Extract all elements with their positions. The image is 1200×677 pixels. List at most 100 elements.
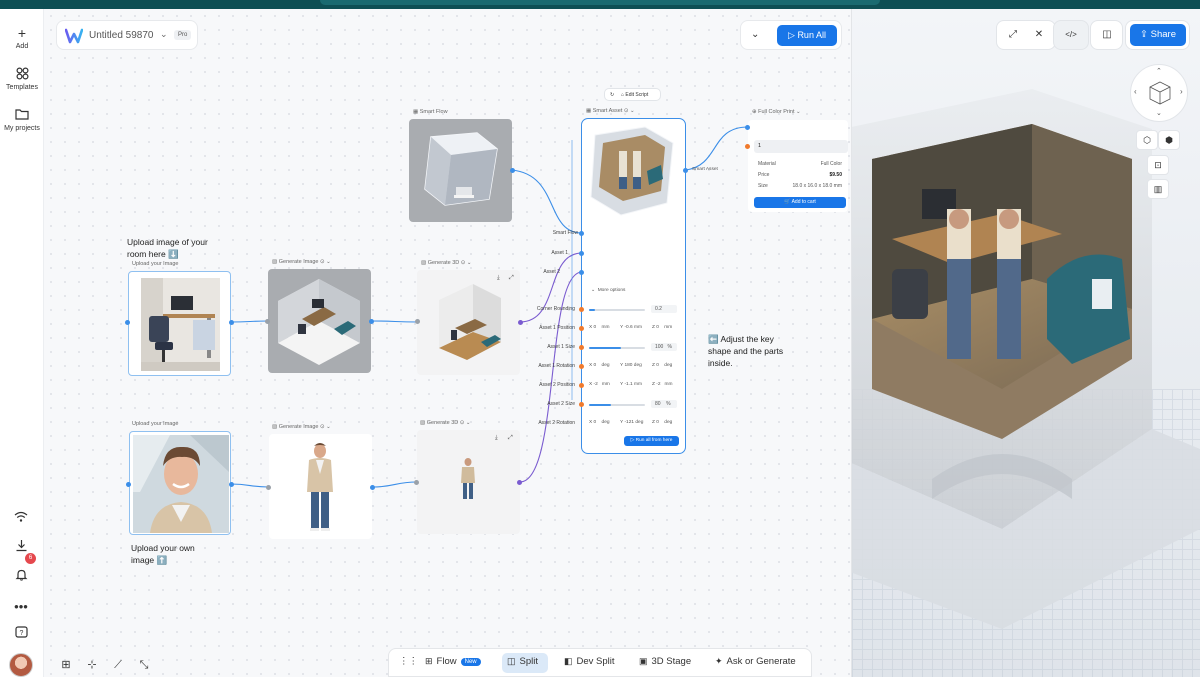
run-all-from-here-button[interactable]: ▷ Run all from here [624,436,679,446]
port-in[interactable] [265,319,270,324]
gizmo-up-icon[interactable]: ⌃ [1156,67,1162,75]
quantity-field[interactable]: 1 [754,140,848,153]
port-in[interactable] [579,345,584,350]
asset2-size-slider[interactable] [589,404,645,406]
drag-handle-icon[interactable]: ⋮⋮ [399,656,418,667]
download-icon[interactable]: ⤓ [495,435,498,442]
ask-or-generate-button[interactable]: ✦ Ask or Generate [715,656,796,667]
asset1-position-x[interactable]: X 0 mm [589,325,610,330]
port-out[interactable] [370,485,375,490]
grid-view-icon[interactable]: ⊞ [56,655,76,675]
asset2-position-y[interactable]: Y -1.1 mm [620,382,642,387]
asset1-rotation-x[interactable]: X 0 deg [589,363,610,368]
port-in[interactable] [579,402,584,407]
port-out[interactable] [125,320,130,325]
gen-image-2-label: ▧ Generate Image ⊙ ⌄ [272,424,331,430]
port-out[interactable] [126,482,131,487]
full-body-person-image [307,443,333,531]
port-in[interactable] [414,480,419,485]
expand-icon[interactable]: ⤢ [509,275,514,282]
wifi-icon[interactable] [13,511,29,527]
expand-icon[interactable]: ⤢ [508,435,513,442]
sidebar-toggle-icon[interactable]: ◫ [1099,27,1115,43]
port-out[interactable] [369,319,374,324]
diagonal-arrows-icon[interactable]: ⤡ [134,655,154,675]
asset1-position-y[interactable]: Y -0.6 mm [620,325,642,330]
fit-view-icon[interactable]: ⊹ [82,655,102,675]
port-in[interactable] [579,364,584,369]
run-all-button[interactable]: ▷ Run All [777,25,837,46]
port-in[interactable] [745,144,750,149]
magic-wand-icon[interactable]: ⟋ [108,655,128,675]
tab-split[interactable]: ◫ Split [507,656,538,667]
download-icon[interactable]: ⤓ [497,275,500,282]
help-icon[interactable]: ? [13,626,29,642]
tab-flow[interactable]: ⊞ Flow New [425,656,481,667]
user-avatar[interactable] [9,653,33,677]
cube-outline-icon[interactable]: ⬡ [1136,130,1158,150]
port-in[interactable] [745,125,750,130]
rail-item-my-projects[interactable]: My projects [0,108,44,132]
asset1-rotation-z[interactable]: Z 0 deg [652,363,672,368]
port-out[interactable] [517,480,522,485]
cube-solid-icon[interactable]: ⬢ [1158,130,1180,150]
focus-icon[interactable]: ⊡ [1147,155,1169,175]
asset1-size-slider[interactable] [589,347,645,349]
download-icon[interactable] [13,539,29,555]
share-button[interactable]: ⇪ Share [1130,24,1186,46]
layout-icon[interactable]: ▥ [1147,179,1169,199]
port-in[interactable] [579,383,584,388]
more-options-toggle[interactable]: ⌄ More options [591,288,625,293]
asset1-size-value[interactable]: 100 % [651,343,677,351]
port-out[interactable] [683,168,688,173]
gen-image-1-node[interactable] [268,269,371,373]
port-out[interactable] [229,482,234,487]
chevron-down-icon[interactable]: ⌄ [160,29,168,40]
port-in[interactable] [579,307,584,312]
asset2-position-z[interactable]: Z -2 mm [652,382,673,387]
add-to-cart-button[interactable]: 🛒 Add to cart [754,197,846,208]
orientation-gizmo[interactable]: ⌃ ‹ › ⌄ [1130,64,1188,122]
asset2-position-x[interactable]: X -2 mm [589,382,610,387]
rail-item-templates[interactable]: Templates [0,67,44,91]
gizmo-right-icon[interactable]: › [1180,87,1183,96]
corner-rounding-slider[interactable] [589,309,645,311]
upload-room-node[interactable] [128,271,231,376]
expand-icon[interactable]: ⤢ [1005,27,1021,43]
isometric-room-image [278,279,360,365]
tab-dev-split[interactable]: ◧ Dev Split [564,656,615,667]
gen-image-2-node[interactable] [269,434,372,539]
port-in[interactable] [579,326,584,331]
more-icon[interactable]: ••• [13,599,29,615]
asset1-position-z[interactable]: Z 0 mm [652,325,672,330]
asset1-rotation-y[interactable]: Y 180 deg [620,363,642,368]
refresh-icon[interactable]: ↻ [610,89,614,101]
project-title[interactable]: Untitled 59870 [89,30,154,41]
corner-rounding-value[interactable]: 0.2 [651,305,677,313]
edit-script-button[interactable]: ⌂ Edit Script [621,89,648,101]
port-out[interactable] [510,168,515,173]
port-in[interactable] [579,270,584,275]
upload-person-node[interactable] [129,431,231,535]
asset2-rotation-x[interactable]: X 0 deg [589,420,610,425]
code-icon[interactable]: </> [1063,27,1079,43]
gizmo-down-icon[interactable]: ⌄ [1156,109,1162,117]
asset2-rotation-z[interactable]: Z 0 deg [652,420,672,425]
bell-icon[interactable] [13,568,29,584]
port-in[interactable] [415,319,420,324]
port-in[interactable] [579,231,584,236]
rail-item-add[interactable]: + Add [0,26,44,50]
port-in[interactable] [266,485,271,490]
close-icon[interactable]: ✕ [1031,27,1047,43]
asset2-rotation-y[interactable]: Y -121 deg [620,420,643,425]
port-in[interactable] [579,251,584,256]
asset2-size-value[interactable]: 80 % [651,400,677,408]
smart-flow-node[interactable] [409,119,512,222]
gen-3d-2-node[interactable]: ⤓ ⤢ [417,430,520,534]
field-value: Z 0 [652,363,659,368]
port-out[interactable] [229,320,234,325]
gizmo-left-icon[interactable]: ‹ [1134,87,1137,96]
gen-3d-1-node[interactable]: ⤓ ⤢ [417,270,520,375]
tab-3d-stage[interactable]: ▣ 3D Stage [639,656,691,667]
chevron-down-icon[interactable]: ⌄ [751,29,759,40]
